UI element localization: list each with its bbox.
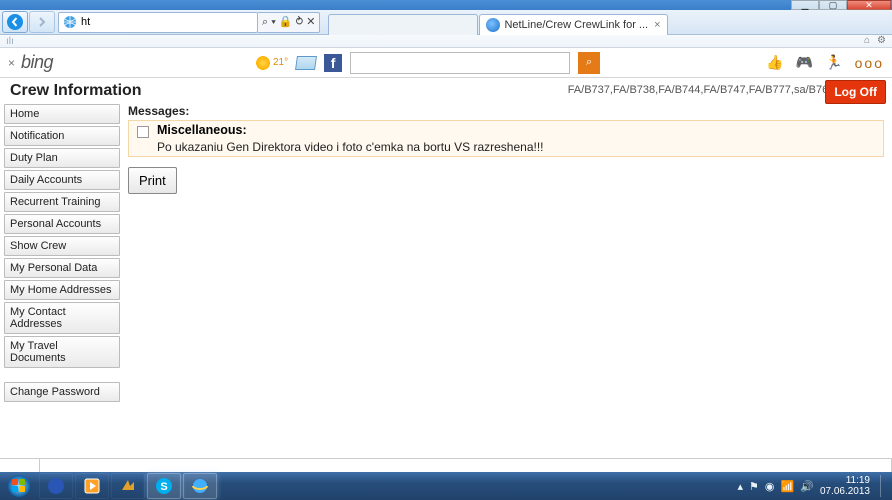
message-category: Miscellaneous: xyxy=(157,123,247,137)
sidebar: Home Notification Duty Plan Daily Accoun… xyxy=(4,104,120,402)
sidebar-item-my-personal-data[interactable]: My Personal Data xyxy=(4,258,120,278)
mail-icon[interactable] xyxy=(295,56,317,70)
window-titlebar: ▁ ▢ ✕ xyxy=(0,0,892,10)
taskbar-app-winamp[interactable] xyxy=(111,473,145,499)
url-input[interactable] xyxy=(81,16,257,28)
like-icon[interactable]: 👍 xyxy=(766,54,783,71)
back-button[interactable] xyxy=(2,11,28,33)
bing-search-button[interactable]: ⌕ xyxy=(578,52,600,74)
tray-volume-icon[interactable]: 🔊 xyxy=(800,480,814,493)
sidebar-item-recurrent-training[interactable]: Recurrent Training xyxy=(4,192,120,212)
sun-icon xyxy=(255,55,271,71)
start-button[interactable] xyxy=(0,472,38,500)
tab-crewlink[interactable]: NetLine/Crew CrewLink for ... × xyxy=(479,14,667,35)
system-tray: ▴ ⚑ ◉ 📶 🔊 11:19 07.06.2013 xyxy=(732,472,892,500)
tab-close-button[interactable]: × xyxy=(648,19,660,31)
tray-arrow-icon[interactable]: ▴ xyxy=(738,480,744,493)
browser-nav-bar: ⌕ ▾ 🔒 ⥁ ✕ NetLine/Crew CrewLink for ... … xyxy=(0,10,892,35)
games-icon[interactable]: 🎮 xyxy=(796,54,813,71)
tray-network-icon[interactable]: 📶 xyxy=(781,480,795,493)
show-desktop-button[interactable] xyxy=(880,475,886,497)
forward-button[interactable] xyxy=(29,11,55,33)
browser-command-bar: ılı ⌂ ⚙ xyxy=(0,35,892,48)
main-content: Messages: Miscellaneous: Po ukazaniu Gen… xyxy=(120,104,888,194)
tray-time: 11:19 xyxy=(820,475,870,486)
tray-date: 07.06.2013 xyxy=(820,486,870,497)
sidebar-item-personal-accounts[interactable]: Personal Accounts xyxy=(4,214,120,234)
tray-flag-icon[interactable]: ⚑ xyxy=(749,480,759,493)
tab-label: NetLine/Crew CrewLink for ... xyxy=(504,19,648,31)
window-controls: ▁ ▢ ✕ xyxy=(791,0,891,10)
message-block: Miscellaneous: Po ukazaniu Gen Direktora… xyxy=(128,120,884,157)
sidebar-item-notification[interactable]: Notification xyxy=(4,126,120,146)
svg-text:S: S xyxy=(160,481,167,493)
address-bar[interactable] xyxy=(58,12,258,33)
close-window-button[interactable]: ✕ xyxy=(847,0,891,10)
sidebar-item-my-contact-addresses[interactable]: My Contact Addresses xyxy=(4,302,120,334)
taskbar-app-skype[interactable]: S xyxy=(147,473,181,499)
page-body: Home Notification Duty Plan Daily Accoun… xyxy=(0,102,892,447)
page-header: Crew Information FA/B737,FA/B738,FA/B744… xyxy=(0,78,892,102)
windows-taskbar: S ▴ ⚑ ◉ 📶 🔊 11:19 07.06.2013 xyxy=(0,472,892,500)
bing-search-input[interactable] xyxy=(351,56,569,70)
taskbar-app-firefox[interactable] xyxy=(39,473,73,499)
sidebar-item-change-password[interactable]: Change Password xyxy=(4,382,120,402)
ie-globe-icon xyxy=(486,18,500,32)
page-favicon-icon xyxy=(62,14,78,30)
logoff-button[interactable]: Log Off xyxy=(825,80,886,104)
messages-heading: Messages: xyxy=(128,104,884,118)
tray-clock[interactable]: 11:19 07.06.2013 xyxy=(820,475,870,497)
taskbar-app-media[interactable] xyxy=(75,473,109,499)
taskbar-app-ie[interactable] xyxy=(183,473,217,499)
maximize-button[interactable]: ▢ xyxy=(819,0,847,10)
bingbar-close-icon[interactable]: × xyxy=(8,56,15,70)
bing-logo[interactable]: bing xyxy=(21,52,53,73)
weather-widget[interactable]: 21° xyxy=(255,55,288,71)
tray-shield-icon[interactable]: ◉ xyxy=(765,480,775,493)
person-icon[interactable]: 🏃 xyxy=(825,54,842,71)
signal-icon: ılı xyxy=(6,36,14,47)
message-checkbox[interactable] xyxy=(137,126,149,138)
sidebar-item-daily-accounts[interactable]: Daily Accounts xyxy=(4,170,120,190)
facebook-icon[interactable]: f xyxy=(324,54,342,72)
address-bar-buttons[interactable]: ⌕ ▾ 🔒 ⥁ ✕ xyxy=(258,12,320,33)
sidebar-item-my-home-addresses[interactable]: My Home Addresses xyxy=(4,280,120,300)
ie-status-bar xyxy=(0,458,892,472)
tab-blank[interactable] xyxy=(328,14,478,35)
sidebar-item-home[interactable]: Home xyxy=(4,104,120,124)
sidebar-item-my-travel-documents[interactable]: My Travel Documents xyxy=(4,336,120,368)
bing-search-box[interactable] xyxy=(350,52,570,74)
minimize-button[interactable]: ▁ xyxy=(791,0,819,10)
more-icon[interactable]: ooo xyxy=(855,55,884,71)
tabs-area: NetLine/Crew CrewLink for ... × xyxy=(328,10,890,35)
sidebar-item-duty-plan[interactable]: Duty Plan xyxy=(4,148,120,168)
tools-icon[interactable]: ⚙ xyxy=(877,35,886,46)
home-icon[interactable]: ⌂ xyxy=(864,35,870,46)
sidebar-item-show-crew[interactable]: Show Crew xyxy=(4,236,120,256)
message-text: Po ukazaniu Gen Direktora video i foto c… xyxy=(129,140,883,154)
bing-toolbar: × bing 21° f ⌕ 👍 🎮 🏃 ooo xyxy=(0,48,892,78)
print-button[interactable]: Print xyxy=(128,167,177,194)
